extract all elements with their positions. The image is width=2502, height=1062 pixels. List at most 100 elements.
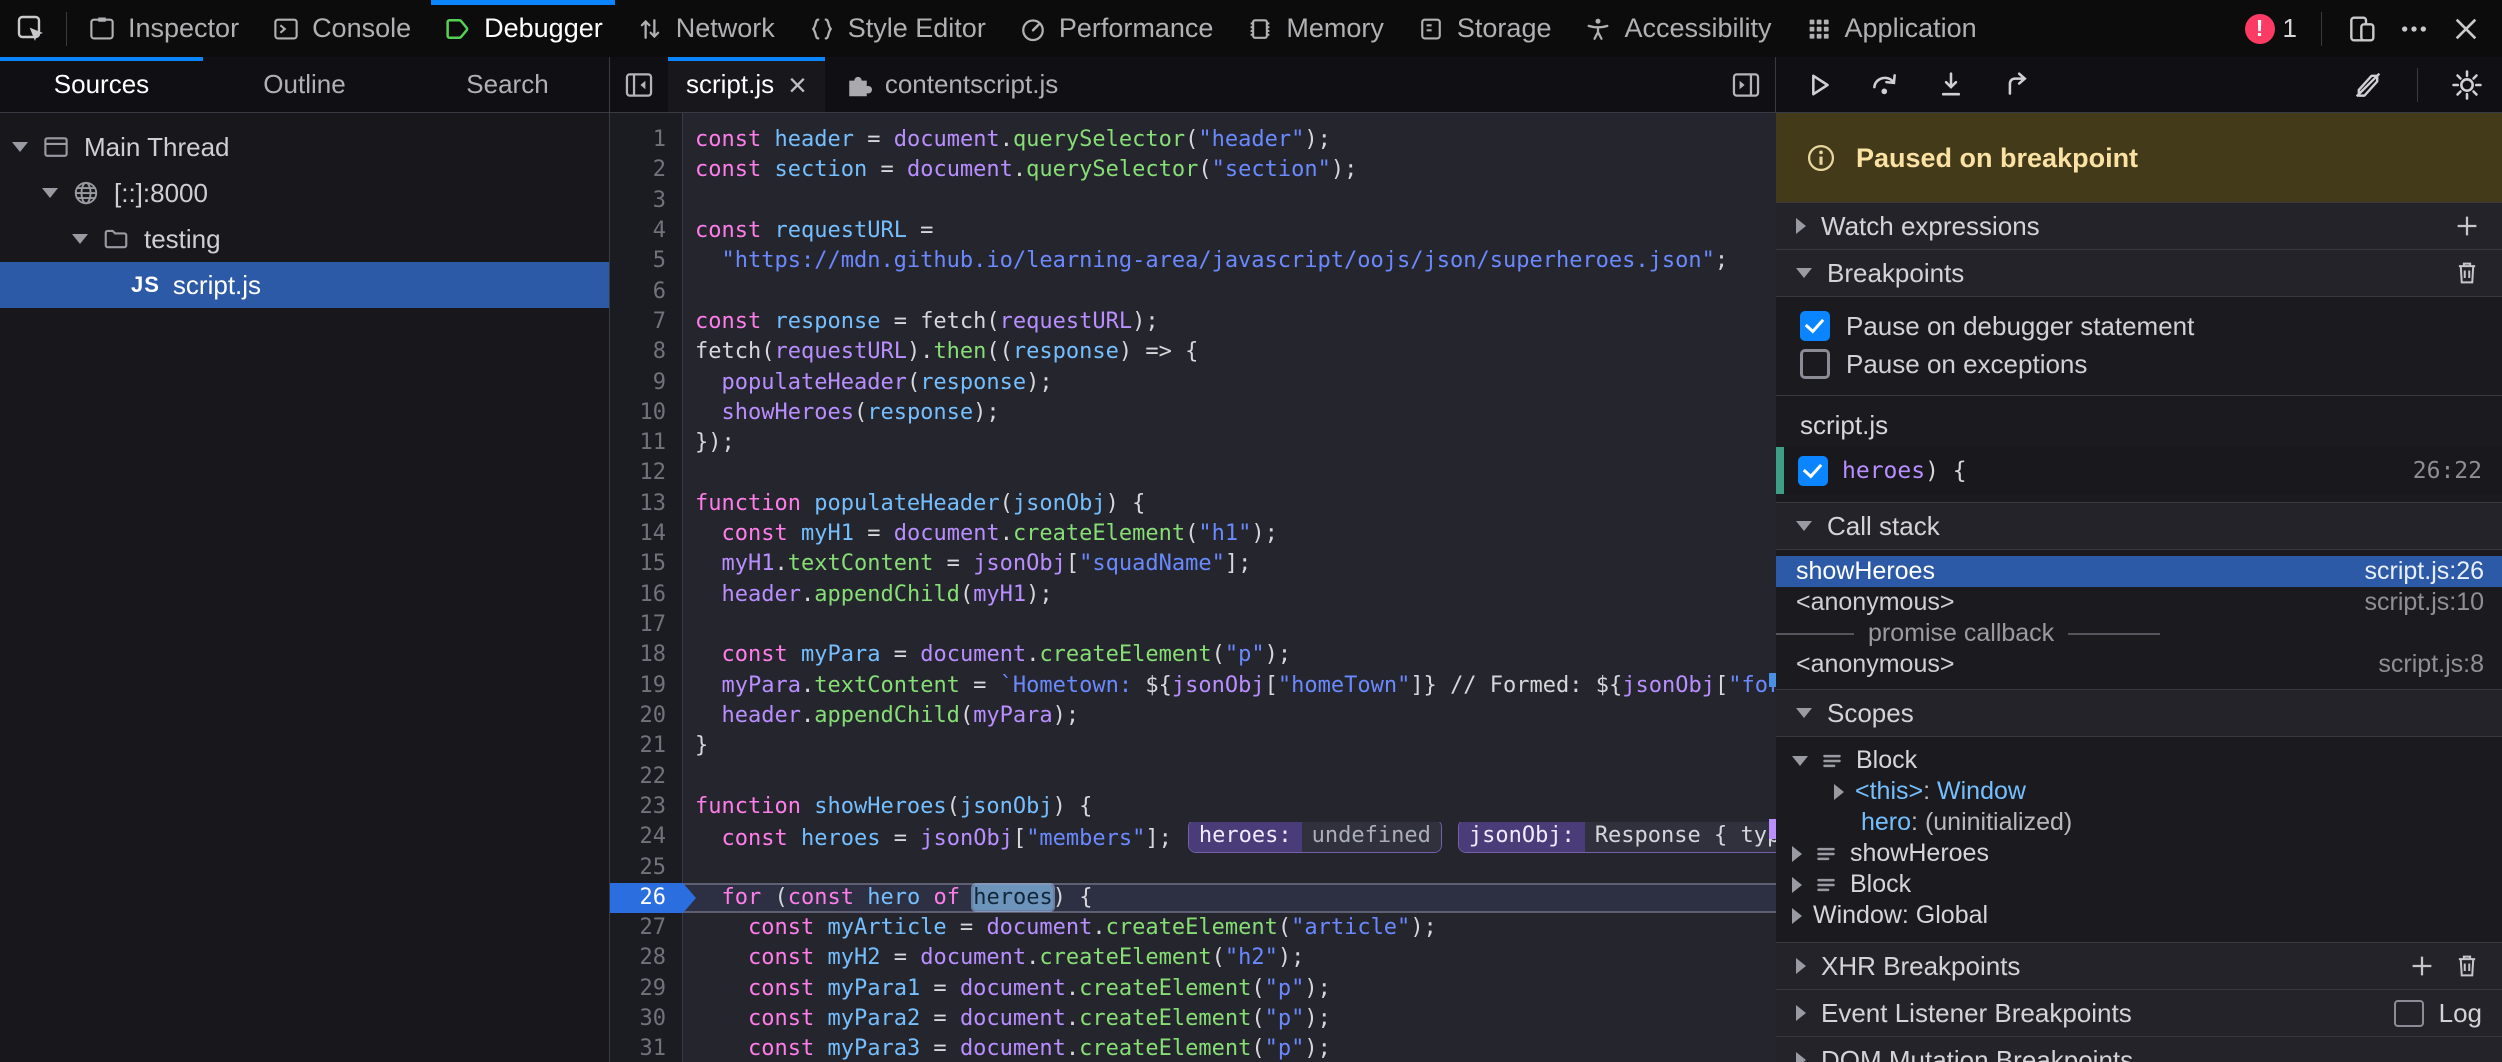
toolbox-tab-accessibility[interactable]: Accessibility	[1567, 0, 1787, 57]
remove-all-xhr-breakpoints-icon[interactable]	[2452, 951, 2482, 981]
code-line-18[interactable]: 18 const myPara = document.createElement…	[610, 640, 1776, 670]
chevron-down-icon[interactable]	[1792, 756, 1808, 766]
code-line-25[interactable]: 25	[610, 853, 1776, 883]
add-watch-expression-icon[interactable]	[2452, 211, 2482, 241]
code-editor[interactable]: 1const header = document.querySelector("…	[610, 113, 1776, 1062]
step-over-icon[interactable]	[1868, 68, 1902, 102]
add-xhr-breakpoint-icon[interactable]	[2407, 951, 2437, 981]
line-number[interactable]: 21	[610, 731, 683, 761]
close-tab-icon[interactable]: ×	[788, 69, 807, 101]
scope-node[interactable]: Block	[1776, 745, 2502, 776]
source-tab-script-js[interactable]: script.js ×	[668, 57, 825, 112]
code-line-6[interactable]: 6	[610, 277, 1776, 307]
line-number[interactable]: 19	[610, 671, 683, 701]
stack-frame[interactable]: <anonymous>script.js:10	[1776, 587, 2502, 618]
code-line-8[interactable]: 8fetch(requestURL).then((response) => {	[610, 337, 1776, 367]
code-line-21[interactable]: 21}	[610, 731, 1776, 761]
collapse-sources-panel-button[interactable]	[610, 57, 668, 112]
tree-item-testing[interactable]: testing	[0, 216, 609, 262]
line-number[interactable]: 25	[610, 853, 683, 883]
line-number[interactable]: 8	[610, 337, 683, 367]
close-icon[interactable]	[2450, 13, 2482, 45]
code-line-14[interactable]: 14 const myH1 = document.createElement("…	[610, 519, 1776, 549]
code-line-31[interactable]: 31 const myPara3 = document.createElemen…	[610, 1034, 1776, 1062]
line-number[interactable]: 28	[610, 943, 683, 973]
toolbox-tab-network[interactable]: Network	[619, 0, 791, 57]
dom-mutation-breakpoints-header[interactable]: DOM Mutation Breakpoints	[1776, 1036, 2502, 1062]
toolbox-tab-memory[interactable]: Memory	[1229, 0, 1400, 57]
code-line-23[interactable]: 23function showHeroes(jsonObj) {	[610, 792, 1776, 822]
line-number[interactable]: 10	[610, 398, 683, 428]
chevron-right-icon[interactable]	[1834, 784, 1844, 800]
chevron-right-icon[interactable]	[1792, 908, 1802, 924]
scope-node[interactable]: Window: Global	[1776, 900, 2502, 931]
toolbox-tab-performance[interactable]: Performance	[1002, 0, 1230, 57]
toolbox-tab-debugger[interactable]: Debugger	[427, 0, 619, 57]
scope-node[interactable]: <this>: Window	[1776, 776, 2502, 807]
tab-outline[interactable]: Outline	[203, 57, 406, 112]
checkbox-checked[interactable]	[1800, 311, 1830, 341]
scope-node[interactable]: hero: (uninitialized)	[1776, 807, 2502, 838]
line-number[interactable]: 7	[610, 307, 683, 337]
line-number[interactable]: 1	[610, 125, 683, 155]
stack-frame[interactable]: promise callback	[1776, 618, 2502, 649]
code-line-19[interactable]: 19 myPara.textContent = `Hometown: ${jso…	[610, 671, 1776, 701]
settings-gear-icon[interactable]	[2450, 68, 2484, 102]
code-line-7[interactable]: 7const response = fetch(requestURL);	[610, 307, 1776, 337]
line-number[interactable]: 26	[610, 883, 683, 913]
line-number[interactable]: 23	[610, 792, 683, 822]
code-line-9[interactable]: 9 populateHeader(response);	[610, 368, 1776, 398]
code-line-4[interactable]: 4const requestURL =	[610, 216, 1776, 246]
line-number[interactable]: 20	[610, 701, 683, 731]
line-number[interactable]: 18	[610, 640, 683, 670]
line-number[interactable]: 15	[610, 549, 683, 579]
breakpoints-header[interactable]: Breakpoints	[1776, 249, 2502, 297]
line-number[interactable]: 4	[610, 216, 683, 246]
tab-sources[interactable]: Sources	[0, 57, 203, 112]
meatball-menu-icon[interactable]	[2398, 13, 2430, 45]
step-out-icon[interactable]	[2000, 68, 2034, 102]
line-number[interactable]: 31	[610, 1034, 683, 1062]
line-number[interactable]: 24	[610, 822, 683, 852]
chevron-down-icon[interactable]	[42, 188, 58, 198]
breakpoint-checkbox[interactable]	[1798, 456, 1828, 486]
line-number[interactable]: 30	[610, 1004, 683, 1034]
checkbox-unchecked[interactable]	[1800, 349, 1830, 379]
xhr-breakpoints-header[interactable]: XHR Breakpoints	[1776, 942, 2502, 990]
line-number[interactable]: 6	[610, 277, 683, 307]
code-line-1[interactable]: 1const header = document.querySelector("…	[610, 125, 1776, 155]
code-line-16[interactable]: 16 header.appendChild(myH1);	[610, 580, 1776, 610]
code-line-11[interactable]: 11});	[610, 428, 1776, 458]
line-number[interactable]: 5	[610, 246, 683, 276]
tree-item-script-js[interactable]: JSscript.js	[0, 262, 609, 308]
chevron-down-icon[interactable]	[12, 142, 28, 152]
stack-frame[interactable]: <anonymous>script.js:8	[1776, 649, 2502, 680]
code-line-30[interactable]: 30 const myPara2 = document.createElemen…	[610, 1004, 1776, 1034]
toolbox-tab-console[interactable]: Console	[255, 0, 427, 57]
pause-on-exceptions-option[interactable]: Pause on exceptions	[1776, 345, 2502, 383]
code-line-22[interactable]: 22	[610, 762, 1776, 792]
code-line-3[interactable]: 3	[610, 186, 1776, 216]
line-number[interactable]: 14	[610, 519, 683, 549]
breakpoint-item[interactable]: heroes) {26:22	[1776, 447, 2502, 494]
scopes-header[interactable]: Scopes	[1776, 689, 2502, 737]
error-badge[interactable]: ! 1	[2245, 13, 2297, 44]
code-line-5[interactable]: 5 "https://mdn.github.io/learning-area/j…	[610, 246, 1776, 276]
call-stack-header[interactable]: Call stack	[1776, 502, 2502, 550]
code-line-24[interactable]: 24 const heroes = jsonObj["members"];her…	[610, 822, 1776, 852]
collapse-debugger-panel-button[interactable]	[1717, 57, 1775, 112]
tree-item-main-thread[interactable]: Main Thread	[0, 124, 609, 170]
code-line-20[interactable]: 20 header.appendChild(myPara);	[610, 701, 1776, 731]
line-number[interactable]: 27	[610, 913, 683, 943]
line-number[interactable]: 16	[610, 580, 683, 610]
line-number[interactable]: 22	[610, 762, 683, 792]
tab-search[interactable]: Search	[406, 57, 609, 112]
step-in-icon[interactable]	[1934, 68, 1968, 102]
code-line-17[interactable]: 17	[610, 610, 1776, 640]
toolbox-tab-application[interactable]: Application	[1788, 0, 1993, 57]
toolbox-tab-storage[interactable]: Storage	[1400, 0, 1568, 57]
line-number[interactable]: 11	[610, 428, 683, 458]
code-line-15[interactable]: 15 myH1.textContent = jsonObj["squadName…	[610, 549, 1776, 579]
line-number[interactable]: 13	[610, 489, 683, 519]
chevron-right-icon[interactable]	[1792, 846, 1802, 862]
